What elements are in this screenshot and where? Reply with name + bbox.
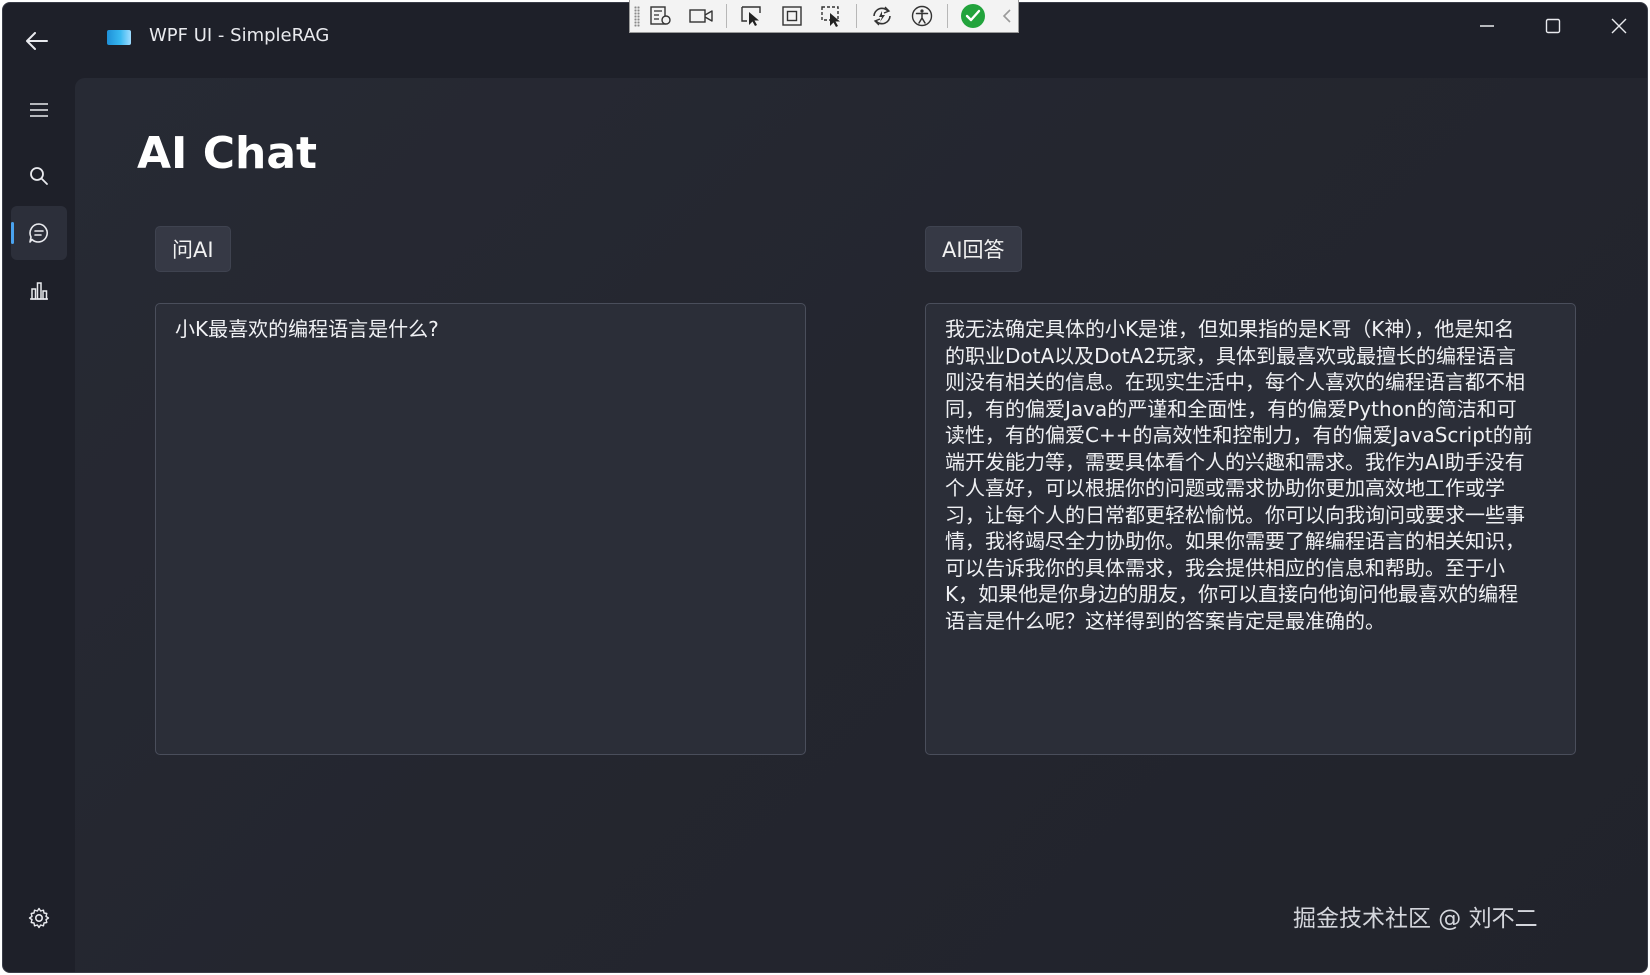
answer-line: 个人喜好，可以根据你的问题或需求协助你更加高效地工作或学 <box>945 476 1505 500</box>
collapse-chevron-icon <box>1002 9 1011 23</box>
main-content: AI Chat 问AI AI回答 小K最喜欢的编程语言是什么? 我无法确定具体的… <box>75 78 1647 972</box>
live-visual-tree-button[interactable] <box>644 2 678 30</box>
question-input[interactable]: 小K最喜欢的编程语言是什么? <box>155 303 806 755</box>
toolbar-separator <box>725 4 727 28</box>
accessibility-button[interactable] <box>905 2 939 30</box>
answer-line: 的职业DotA以及DotA2玩家，具体到最喜欢或最擅长的编程语言 <box>945 343 1517 368</box>
close-button[interactable] <box>1587 3 1647 49</box>
ai-answer-button[interactable]: AI回答 <box>925 226 1022 272</box>
search-icon <box>30 167 48 185</box>
nav-item-search[interactable] <box>11 149 67 203</box>
window-title: WPF UI - SimpleRAG <box>149 25 330 46</box>
accessibility-icon <box>912 5 933 27</box>
chat-icon <box>29 223 48 243</box>
answer-output[interactable]: 我无法确定具体的小K是谁，但如果指的是K哥（K神），他是知名 的职业DotA以及… <box>925 303 1576 755</box>
answer-line: 同，有的偏爱Java的严谨和全面性，有的偏爱Python的简洁和可 <box>945 396 1517 421</box>
select-element-button[interactable] <box>735 2 769 30</box>
video-camera-icon <box>689 9 713 23</box>
page-title: AI Chat <box>137 128 318 179</box>
display-layout-adorners-icon <box>781 6 802 26</box>
arrow-left-icon <box>26 32 48 50</box>
hot-reload-icon <box>873 6 892 26</box>
answer-line: 语言是什么呢？这样得到的答案肯定是最准确的。 <box>945 608 1385 633</box>
answer-line: 我无法确定具体的小K是谁，但如果指的是K哥（K神），他是知名 <box>945 317 1515 341</box>
status-ok-button[interactable] <box>956 2 990 30</box>
answer-line: 读性，有的偏爱C++的高效性和控制力，有的偏爱JavaScript的前 <box>945 423 1533 447</box>
answer-line: 习，让每个人的日常都更轻松愉悦。你可以向我询问或要求一些事 <box>945 502 1525 527</box>
answer-line: K，如果他是你身边的朋友，你可以直接向他询问他最喜欢的编程 <box>945 582 1519 606</box>
layout-adorners-button[interactable] <box>775 2 809 30</box>
collapse-toolbar-button[interactable] <box>996 2 1018 30</box>
toolbar-grip[interactable] <box>634 6 640 27</box>
answer-line: 可以告诉我你的具体需求，我会提供相应的信息和帮助。至于小 <box>945 555 1505 580</box>
nav-menu-toggle[interactable] <box>11 83 67 137</box>
close-icon <box>1611 18 1627 34</box>
record-video-button[interactable] <box>684 2 718 30</box>
maximize-button[interactable] <box>1521 3 1585 49</box>
back-button[interactable] <box>17 21 57 61</box>
select-element-icon <box>741 6 761 26</box>
watermark: 掘金技术社区 @ 刘不二 <box>1293 906 1538 932</box>
ask-ai-button[interactable]: 问AI <box>155 226 231 272</box>
minimize-button[interactable] <box>1455 3 1519 49</box>
answer-line: 情，我将竭尽全力协助你。如果你需要了解编程语言的相关知识， <box>945 529 1525 553</box>
nav-item-chat[interactable] <box>11 206 67 260</box>
nav-item-statistics[interactable] <box>11 263 67 317</box>
toolbar-separator <box>947 4 949 28</box>
hamburger-menu-icon <box>30 103 48 117</box>
debug-toolbar <box>629 0 1019 33</box>
minimize-icon <box>1480 25 1494 27</box>
status-ok-icon <box>961 4 986 28</box>
app-logo-icon <box>107 30 131 45</box>
bar-chart-icon <box>30 282 48 300</box>
answer-line: 则没有相关的信息。在现实生活中，每个人喜欢的编程语言都不相 <box>945 370 1525 394</box>
answer-line: 端开发能力等，需要具体看个人的兴趣和需求。我作为AI助手没有 <box>945 449 1525 474</box>
live-visual-tree-icon <box>650 6 671 25</box>
nav-active-indicator <box>11 222 14 244</box>
left-navigation <box>3 75 75 972</box>
hot-reload-button[interactable] <box>865 2 899 30</box>
app-window: WPF UI - SimpleRAG AI Chat 问AI AI回答 小K最喜… <box>2 2 1648 973</box>
gear-icon <box>28 907 50 929</box>
track-focus-button[interactable] <box>815 2 849 30</box>
question-text: 小K最喜欢的编程语言是什么? <box>175 317 439 341</box>
nav-item-settings[interactable] <box>11 891 67 945</box>
track-focus-icon <box>820 6 840 27</box>
maximize-icon <box>1545 18 1561 34</box>
toolbar-separator <box>856 4 858 28</box>
